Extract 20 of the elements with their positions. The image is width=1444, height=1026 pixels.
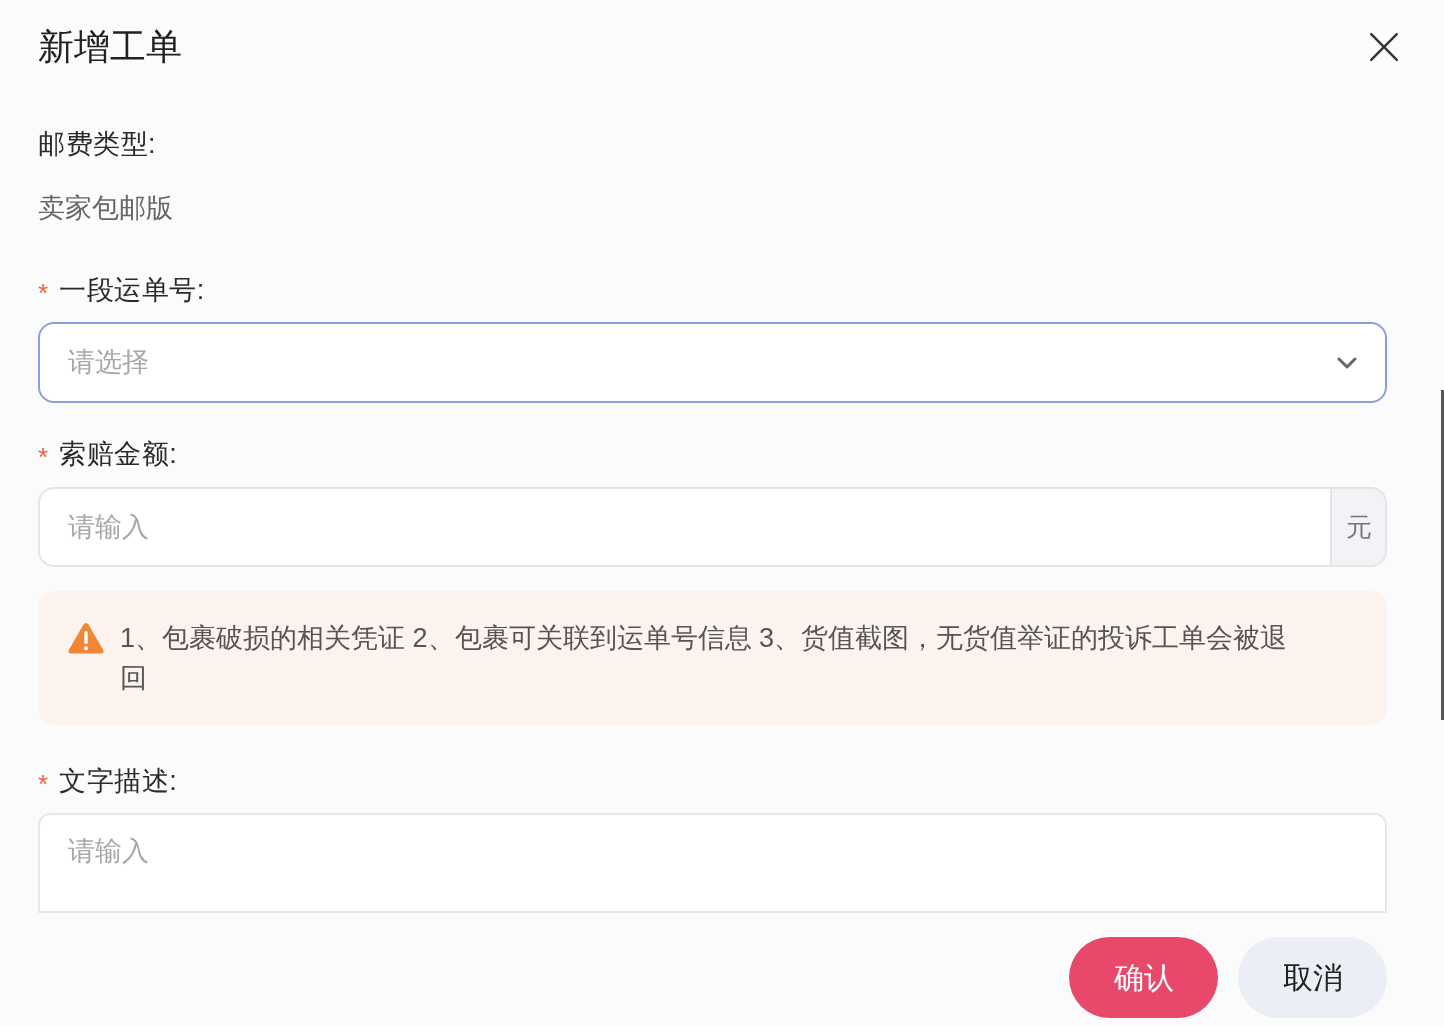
field-value: 卖家包邮版 — [38, 192, 173, 225]
dialog-title: 新增工单 — [38, 25, 182, 69]
confirm-button[interactable]: 确认 — [1069, 937, 1218, 1018]
unit-addon: 元 — [1330, 487, 1387, 567]
close-icon[interactable] — [1370, 33, 1398, 61]
notice-text: 1、包裹破损的相关凭证 2、包裹可关联到运单号信息 3、货值截图，无货值举证的投诉工单会被退回 — [120, 622, 1289, 695]
chevron-down-icon — [1337, 356, 1357, 369]
required-mark: * — [38, 277, 49, 306]
cancel-button[interactable]: 取消 — [1238, 937, 1387, 1018]
field-label: 邮费类型: — [38, 128, 156, 161]
required-mark: * — [38, 768, 49, 797]
description-field[interactable]: 请输入 — [38, 813, 1387, 913]
select-field[interactable]: 请选择 — [38, 322, 1387, 403]
scrollbar-thumb[interactable] — [1441, 390, 1444, 720]
warning-icon — [67, 621, 105, 655]
field-label: 一段运单号: — [59, 274, 205, 307]
amount-input[interactable]: 请输入 — [38, 487, 1330, 567]
required-mark: * — [38, 441, 49, 470]
field-label: 文字描述: — [59, 765, 178, 798]
field-label: 索赔金额: — [59, 438, 178, 471]
